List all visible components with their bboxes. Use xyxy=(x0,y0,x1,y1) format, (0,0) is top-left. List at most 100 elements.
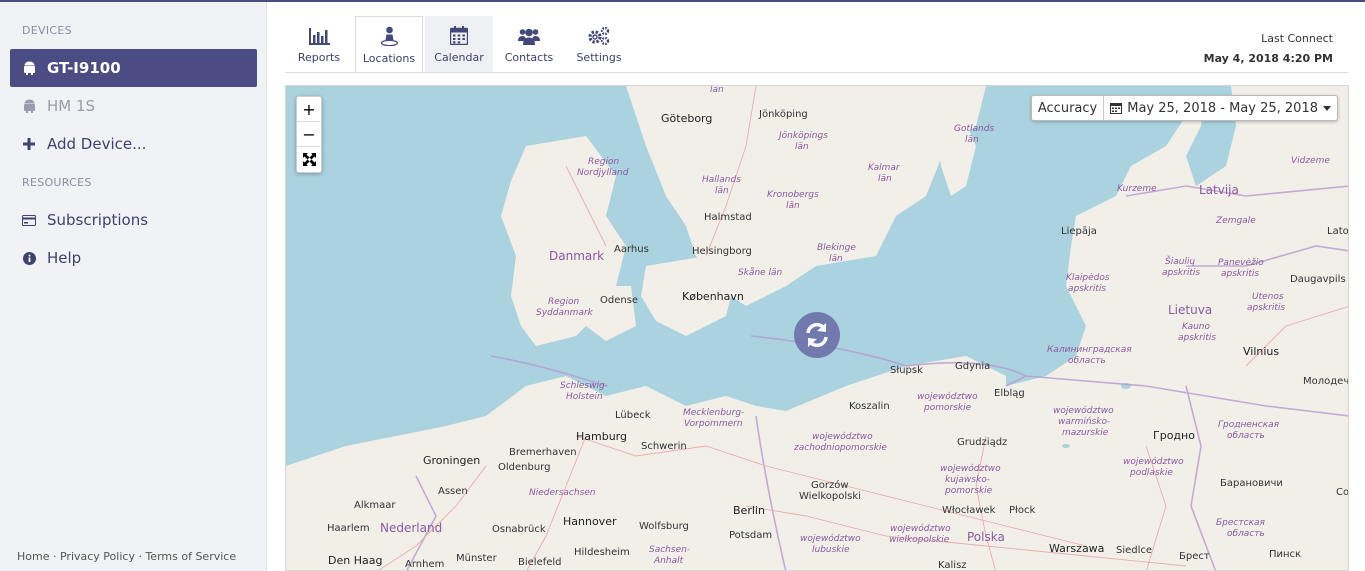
last-connect: Last Connect May 4, 2018 4:20 PM xyxy=(1204,29,1333,69)
map-label: Lübeck xyxy=(615,410,651,421)
device-hm-1s[interactable]: HM 1S xyxy=(10,87,257,125)
map-label: Klaipėdos xyxy=(1066,273,1110,283)
map-label: Hannover xyxy=(563,515,617,528)
tab-label: Locations xyxy=(362,52,416,65)
map-label: Gotlands xyxy=(954,124,995,134)
footer-separator: · xyxy=(138,550,142,563)
devices-heading: DEVICES xyxy=(22,24,72,37)
caret-down-icon xyxy=(1323,105,1331,111)
map-label: Arnhem xyxy=(405,559,445,570)
device-gt-i9100[interactable]: GT-I9100 xyxy=(10,49,257,87)
map-label: København xyxy=(682,290,744,303)
users-icon xyxy=(518,25,540,45)
map-label: Odense xyxy=(600,295,639,306)
map-label: län xyxy=(829,254,843,264)
map-label: województwo xyxy=(890,524,951,534)
tab-reports[interactable]: Reports xyxy=(285,16,353,73)
map-label: Polska xyxy=(967,530,1005,544)
map-label: wielkopolskie xyxy=(889,535,950,545)
map-label: pomorskie xyxy=(945,486,993,496)
accuracy-button[interactable]: Accuracy xyxy=(1032,96,1105,120)
map-label: Koszalin xyxy=(849,401,890,412)
map-label: Гродно xyxy=(1153,429,1195,442)
map-label: Co xyxy=(1336,487,1349,498)
tab-label: Calendar xyxy=(434,51,484,64)
map-label: Włocławek xyxy=(942,505,996,516)
map-label: Assen xyxy=(438,486,468,497)
zoom-out-button[interactable]: − xyxy=(297,122,321,147)
tab-calendar[interactable]: Calendar xyxy=(425,16,493,73)
privacy-policy-link[interactable]: Privacy Policy xyxy=(60,550,135,563)
map-label: Калининградская xyxy=(1047,345,1132,355)
terms-of-service-link[interactable]: Terms of Service xyxy=(145,550,236,563)
sidebar-item-label: Subscriptions xyxy=(47,211,149,229)
last-connect-date: May 4, 2018 4:20 PM xyxy=(1203,52,1333,65)
date-range-picker[interactable]: May 25, 2018 - May 25, 2018 xyxy=(1104,96,1337,120)
map-pin-user-icon xyxy=(380,26,398,46)
map-label: Lato xyxy=(1327,226,1349,237)
map-label: Alkmaar xyxy=(354,500,396,511)
zoom-in-button[interactable]: + xyxy=(297,97,321,122)
map-label: Jönköping xyxy=(759,109,808,120)
map-label: Blekinge xyxy=(817,243,856,253)
map-label: Kauno xyxy=(1182,322,1211,332)
tab-contacts[interactable]: Contacts xyxy=(495,16,563,73)
device-label: HM 1S xyxy=(47,97,96,115)
map-label: Liepāja xyxy=(1061,226,1097,237)
map-label: Барановичи xyxy=(1220,478,1283,489)
map-label: Göteborg xyxy=(661,112,713,125)
sidebar-item-help[interactable]: Help xyxy=(10,239,257,277)
gears-icon xyxy=(588,25,610,45)
map-label: Gdynia xyxy=(955,361,991,372)
map-label: Groningen xyxy=(423,454,481,467)
map-label: Kalisz xyxy=(938,560,967,571)
map-label: Schwerin xyxy=(641,441,687,452)
map-label: Sachsen- xyxy=(649,545,691,555)
map-label: Wielkopolski xyxy=(799,491,861,502)
map-label: województwo xyxy=(1053,406,1114,416)
map-label: województwo xyxy=(800,534,861,544)
map-label: apskritis xyxy=(1068,284,1107,294)
map-label: Holstein xyxy=(566,392,603,402)
map-label: Пинск xyxy=(1269,549,1302,560)
tab-settings[interactable]: Settings xyxy=(565,16,633,73)
map-label: Gorzów xyxy=(811,480,849,491)
location-map[interactable]: län Göteborg Jönköping Jönköpings län Go… xyxy=(285,85,1349,571)
map-label: Elbląg xyxy=(994,388,1025,399)
map-label: Berlin xyxy=(733,504,765,517)
fit-bounds-button[interactable] xyxy=(297,147,321,172)
map-label: apskritis xyxy=(1247,303,1286,313)
map-label: Nederland xyxy=(380,521,443,535)
map-label: Warszawa xyxy=(1049,542,1105,555)
home-link[interactable]: Home xyxy=(17,550,49,563)
map-label: apskritis xyxy=(1178,333,1217,343)
map-label: Kronobergs xyxy=(767,190,819,200)
map-label: warmińsko- xyxy=(1058,417,1111,427)
map-label: apskritis xyxy=(1162,268,1201,278)
sidebar-item-subscriptions[interactable]: Subscriptions xyxy=(10,201,257,239)
map-label: Oldenburg xyxy=(498,462,551,473)
zoom-controls: + − xyxy=(296,96,322,173)
bar-chart-icon xyxy=(308,25,330,45)
add-device-link[interactable]: Add Device... xyxy=(10,125,257,163)
map-label: Helsingborg xyxy=(692,246,752,257)
map-label: Potsdam xyxy=(729,530,773,541)
loading-spinner xyxy=(794,312,840,358)
footer-links: Home · Privacy Policy · Terms of Service xyxy=(17,550,236,563)
map-label: województwo xyxy=(940,464,1001,474)
map-label: Płock xyxy=(1009,505,1036,516)
map-label: zachodniopomorskie xyxy=(794,443,887,453)
tab-locations[interactable]: Locations xyxy=(355,16,423,73)
map-label: Jönköpings xyxy=(779,131,828,141)
map-label: län xyxy=(878,174,892,184)
map-label: Hamburg xyxy=(576,430,627,443)
tab-label: Contacts xyxy=(504,51,554,64)
map-label: Region xyxy=(588,157,620,167)
map-label: Kurzeme xyxy=(1117,184,1157,194)
map-label: Anhalt xyxy=(654,556,684,566)
map-label: lubuskie xyxy=(812,545,850,555)
map-label: Vorpommern xyxy=(684,419,743,429)
map-label: pomorskie xyxy=(924,403,972,413)
map-label: Daugavpils xyxy=(1290,274,1346,285)
map-label: mazurskie xyxy=(1062,428,1109,438)
